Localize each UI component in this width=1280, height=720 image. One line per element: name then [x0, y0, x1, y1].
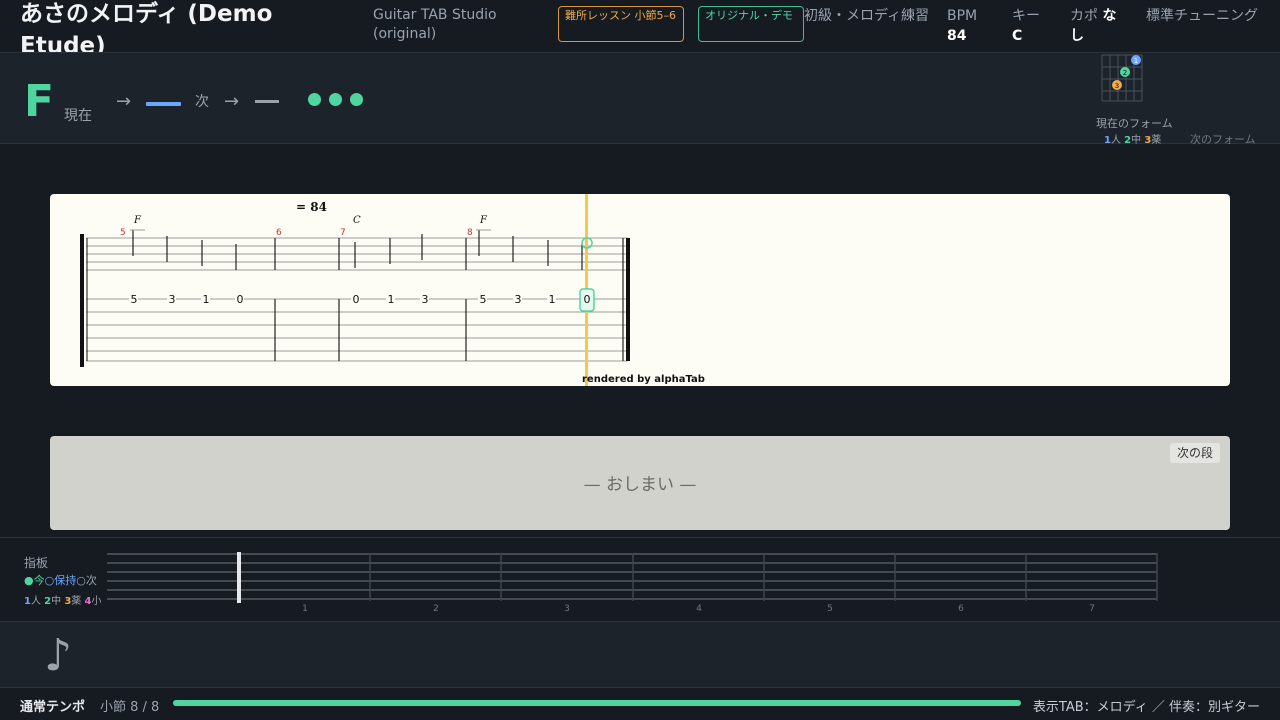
- measure-number: 6: [276, 228, 282, 238]
- beat-dots: [308, 91, 371, 110]
- chord-bar: F 現在 → 次 → 1 2 3 現在のフォーム 1人 2中 3薬 次のフォーム: [0, 52, 1280, 146]
- app-name: Guitar TAB Studio (original): [373, 7, 497, 42]
- fretboard-title: 指板: [24, 556, 49, 570]
- next-section-button[interactable]: 次の段: [1169, 443, 1220, 463]
- current-chord: F: [24, 76, 55, 127]
- tab-number: 3: [515, 293, 522, 306]
- score-card[interactable]: = 84 F C F 5 6 7 8 5 3 1 0 0 1 3 5 3 1 0…: [50, 194, 1230, 386]
- the-end-label: — おしまい —: [583, 475, 697, 495]
- beat-dot: [350, 93, 363, 106]
- beat-dot: [329, 93, 342, 106]
- fretboard-nut: [237, 552, 241, 603]
- tab-number: 1: [549, 293, 556, 306]
- chord-label: C: [353, 215, 361, 226]
- measure-counter: 小節 8 / 8: [100, 700, 160, 715]
- current-chord-label: 現在: [64, 108, 92, 124]
- lesson-badge[interactable]: 難所レッスン 小節5–6: [558, 6, 684, 42]
- fret-number: 4: [696, 604, 702, 614]
- rendered-by-label: rendered by alphaTab: [582, 374, 705, 385]
- progress-bar[interactable]: [173, 700, 1021, 706]
- diagram-dot-2: 2: [1123, 69, 1127, 77]
- next-form-label: 次のフォーム: [1190, 133, 1256, 146]
- diagram-dot-3: 3: [1115, 82, 1119, 90]
- measure-number: 5: [120, 228, 126, 238]
- fret-number: 3: [564, 604, 570, 614]
- tab-number: 0: [237, 293, 244, 306]
- fret-number: 2: [433, 604, 439, 614]
- tab-number-current: 0: [584, 293, 591, 306]
- next-section-card: — おしまい — 次の段: [50, 436, 1230, 530]
- capo-label: カポ: [1070, 8, 1098, 24]
- measure-number: 7: [340, 228, 346, 238]
- capo-info: カポ なし: [1070, 6, 1130, 46]
- key-info: キー C: [1012, 6, 1052, 46]
- finger-legend: 1人 2中 3薬: [1104, 135, 1162, 146]
- fret-number: 6: [958, 604, 964, 614]
- fret-number: 5: [827, 604, 833, 614]
- diagram-dot-1: 1: [1134, 57, 1138, 65]
- tempo-mode[interactable]: 通常テンポ: [20, 696, 85, 715]
- measure-number: 8: [467, 228, 473, 238]
- next-chord-label: 次: [195, 94, 209, 110]
- tab-number: 3: [422, 293, 429, 306]
- fretboard[interactable]: 1 2 3 4 5 6 7: [107, 551, 1159, 615]
- eighth-note-icon: ♪: [44, 630, 73, 681]
- next-chord-bar: [255, 100, 279, 103]
- key-value: C: [1012, 28, 1023, 44]
- fret-number: 1: [302, 604, 308, 614]
- current-chord-bar: [146, 102, 181, 106]
- fretboard-finger-legend: 1人 2中 3薬 4小: [24, 596, 102, 607]
- tempo-marking: = 84: [296, 200, 327, 214]
- tab-number: 5: [131, 293, 138, 306]
- tab-number: 5: [480, 293, 487, 306]
- status-bar: 通常テンポ 小節 8 / 8 表示TAB：メロディ ／ 伴奏：別ギター: [0, 687, 1280, 720]
- fret-number: 7: [1089, 604, 1095, 614]
- bpm-info: BPM 84: [947, 6, 997, 46]
- arrow-right-icon: →: [116, 91, 132, 112]
- score-svg: = 84 F C F 5 6 7 8 5 3 1 0 0 1 3 5 3 1 0: [80, 194, 630, 386]
- current-form-label: 現在のフォーム: [1096, 117, 1173, 130]
- beat-dot: [308, 93, 321, 106]
- arrow-right-icon: →: [224, 91, 240, 112]
- chord-diagram-icon: 1 2 3: [1101, 54, 1143, 102]
- bpm-label: BPM: [947, 8, 978, 24]
- fretboard-panel: 指板 ●今○保持○次 1人 2中 3薬 4小 1 2 3 4 5 6 7: [0, 537, 1280, 621]
- tab-number: 1: [203, 293, 210, 306]
- chord-label: F: [479, 215, 488, 226]
- key-label: キー: [1012, 8, 1040, 24]
- song-title: あさのメロディ (Demo Etude): [20, 1, 273, 52]
- original-badge: オリジナル・デモ: [698, 6, 804, 42]
- fretboard-legend: ●今○保持○次: [24, 574, 97, 587]
- progress-fill: [173, 700, 1021, 706]
- level-label: 初級・メロディ練習: [804, 8, 930, 24]
- tuning-label: 標準チューニング: [1146, 8, 1258, 24]
- bpm-value: 84: [947, 28, 967, 44]
- chord-label: F: [133, 215, 142, 226]
- tab-number: 0: [353, 293, 360, 306]
- tab-display-label: 表示TAB：メロディ ／ 伴奏：別ギター: [1032, 700, 1260, 715]
- tab-number: 1: [388, 293, 395, 306]
- tab-number: 3: [169, 293, 176, 306]
- note-area: ♪: [0, 621, 1280, 687]
- header: あさのメロディ (Demo Etude) Guitar TAB Studio (…: [0, 0, 1280, 52]
